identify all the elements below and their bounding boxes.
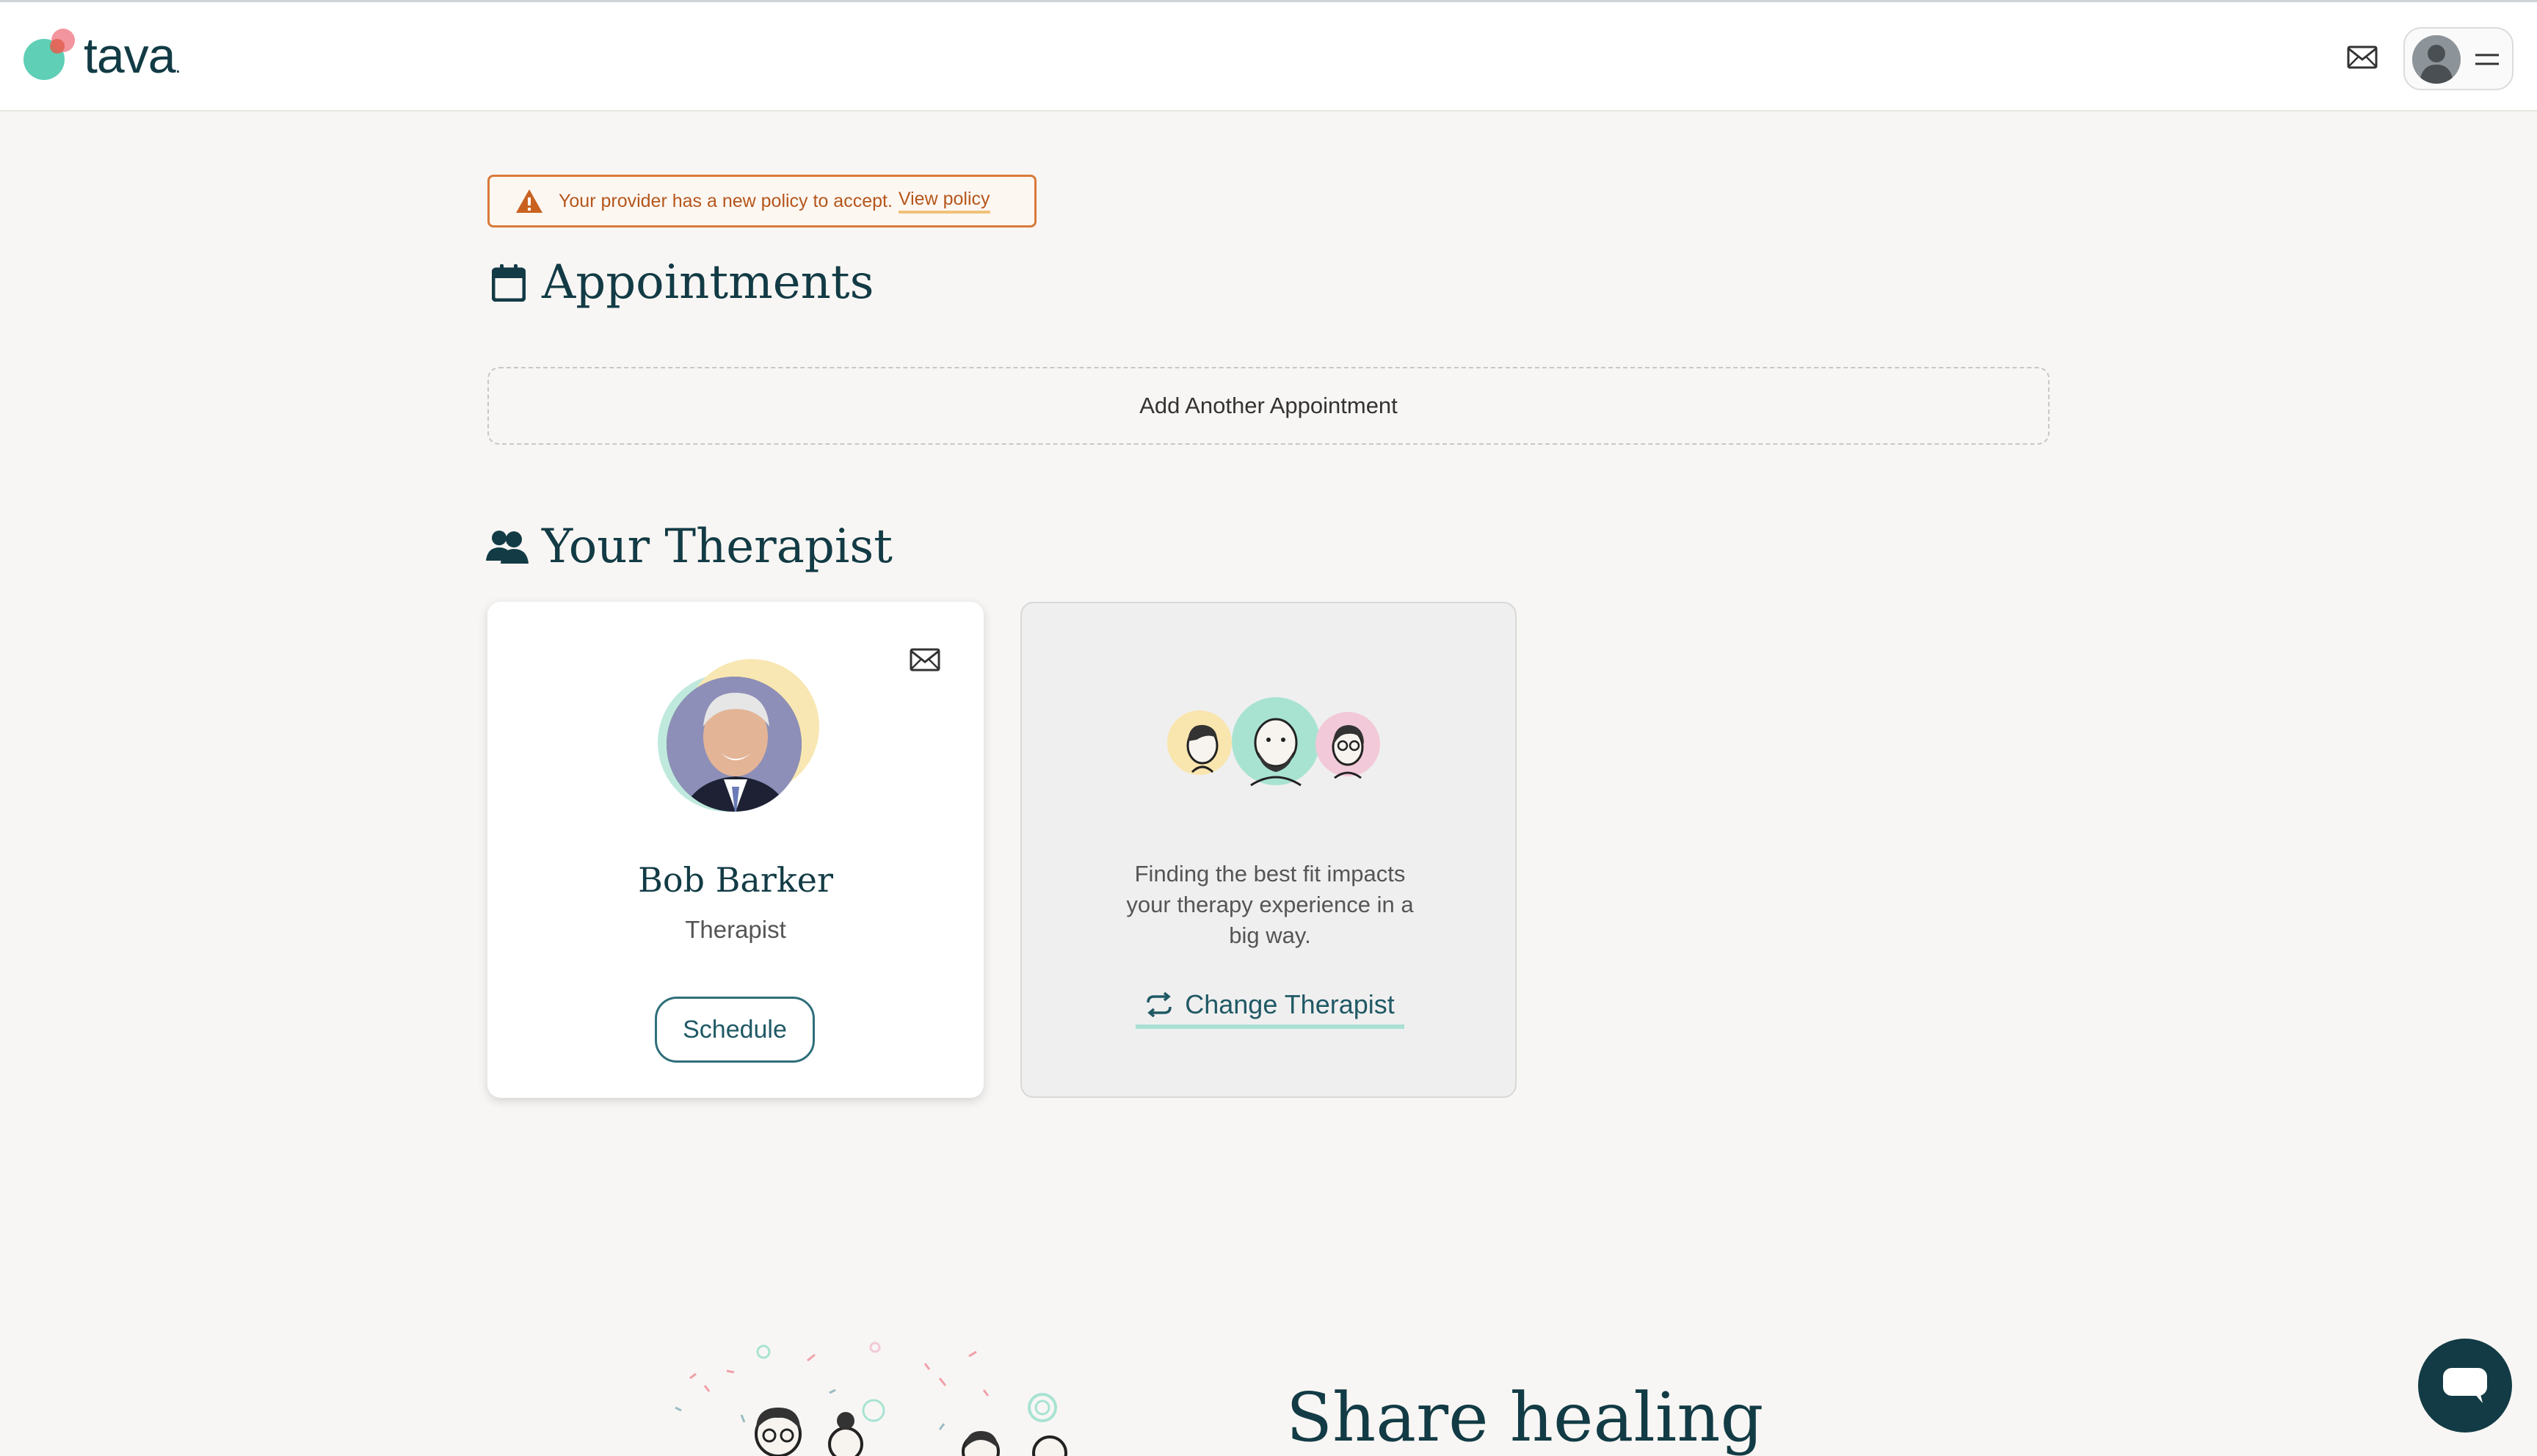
change-therapist-button[interactable]: Change Therapist <box>1136 985 1404 1029</box>
users-icon <box>486 531 529 564</box>
change-therapist-card: Finding the best fit impacts your therap… <box>1020 602 1517 1098</box>
hamburger-icon <box>2475 54 2499 65</box>
logo-mark-icon <box>23 29 75 80</box>
therapist-photo <box>658 659 819 812</box>
user-menu-button[interactable] <box>2403 27 2514 90</box>
chat-bubble-icon <box>2443 1368 2487 1403</box>
mail-icon[interactable] <box>2346 45 2378 70</box>
appointments-title: Appointments <box>542 255 874 310</box>
top-navigation-bar: tava. <box>0 0 2537 112</box>
warning-icon <box>516 189 542 213</box>
share-healing-heading: Share healing <box>1286 1378 1764 1456</box>
message-therapist-icon[interactable] <box>909 647 941 672</box>
policy-alert: Your provider has a new policy to accept… <box>487 175 1037 228</box>
view-policy-link[interactable]: View policy <box>898 189 990 214</box>
therapist-card: Bob Barker Therapist Schedule <box>487 602 984 1098</box>
change-therapist-label: Change Therapist <box>1185 989 1395 1019</box>
calendar-icon <box>492 264 526 302</box>
user-silhouette-icon <box>2412 35 2461 84</box>
therapists-illustration <box>1167 697 1380 787</box>
tava-logo[interactable]: tava. <box>22 27 198 86</box>
community-illustration <box>675 1342 1067 1456</box>
schedule-button[interactable]: Schedule <box>655 997 815 1063</box>
swap-icon <box>1147 992 1172 1017</box>
therapist-heading: Your Therapist <box>486 520 893 574</box>
fit-description: Finding the best fit impacts your therap… <box>1126 861 1414 948</box>
logo-text: tava. <box>84 28 181 84</box>
therapist-title: Your Therapist <box>542 520 893 574</box>
appointments-heading: Appointments <box>492 255 874 310</box>
alert-message: Your provider has a new policy to accept… <box>559 190 893 211</box>
add-appointment-button[interactable]: Add Another Appointment <box>487 367 2050 445</box>
avatar <box>2412 35 2461 84</box>
therapist-role: Therapist <box>685 916 786 943</box>
therapist-name: Bob Barker <box>638 860 833 900</box>
chat-button[interactable] <box>2418 1339 2512 1433</box>
